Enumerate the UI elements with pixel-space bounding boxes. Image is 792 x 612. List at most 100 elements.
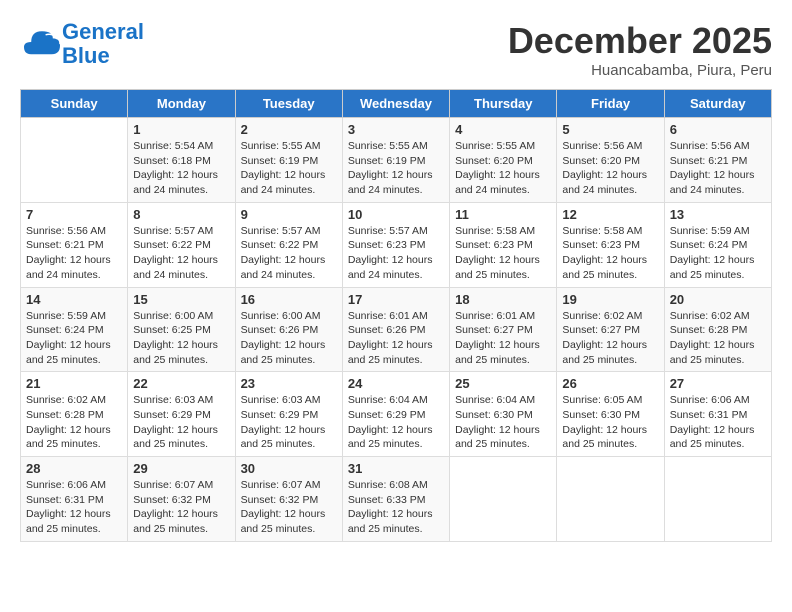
calendar-cell: [557, 457, 664, 542]
day-info: Sunrise: 5:55 AMSunset: 6:19 PMDaylight:…: [241, 139, 337, 198]
day-info: Sunrise: 5:58 AMSunset: 6:23 PMDaylight:…: [455, 224, 551, 283]
day-info: Sunrise: 5:55 AMSunset: 6:20 PMDaylight:…: [455, 139, 551, 198]
day-info: Sunrise: 6:02 AMSunset: 6:28 PMDaylight:…: [26, 393, 122, 452]
day-number: 18: [455, 292, 551, 307]
day-info: Sunrise: 6:04 AMSunset: 6:30 PMDaylight:…: [455, 393, 551, 452]
calendar-cell: 19Sunrise: 6:02 AMSunset: 6:27 PMDayligh…: [557, 287, 664, 372]
day-number: 2: [241, 122, 337, 137]
calendar-cell: 21 Sunrise: 6:02 AMSunset: 6:28 PMDayligh…: [21, 372, 128, 457]
column-header-wednesday: Wednesday: [342, 90, 449, 118]
calendar-cell: 6 Sunrise: 5:56 AMSunset: 6:21 PMDaylight…: [664, 118, 771, 203]
day-info: Sunrise: 6:04 AMSunset: 6:29 PMDaylight:…: [348, 393, 444, 452]
day-number: 31: [348, 461, 444, 476]
day-number: 13: [670, 207, 766, 222]
day-number: 1: [133, 122, 229, 137]
calendar-cell: 17Sunrise: 6:01 AMSunset: 6:26 PMDayligh…: [342, 287, 449, 372]
calendar-cell: 13 Sunrise: 5:59 AMSunset: 6:24 PMDayligh…: [664, 202, 771, 287]
calendar-cell: [450, 457, 557, 542]
day-number: 30: [241, 461, 337, 476]
day-info: Sunrise: 5:55 AMSunset: 6:19 PMDaylight:…: [348, 139, 444, 198]
column-header-sunday: Sunday: [21, 90, 128, 118]
calendar-week-1: 1 Sunrise: 5:54 AMSunset: 6:18 PMDaylight…: [21, 118, 772, 203]
day-info: Sunrise: 6:05 AMSunset: 6:30 PMDaylight:…: [562, 393, 658, 452]
calendar-week-2: 7 Sunrise: 5:56 AMSunset: 6:21 PMDaylight…: [21, 202, 772, 287]
title-block: December 2025 Huancabamba, Piura, Peru: [508, 20, 772, 79]
column-header-thursday: Thursday: [450, 90, 557, 118]
calendar-cell: 28 Sunrise: 6:06 AMSunset: 6:31 PMDayligh…: [21, 457, 128, 542]
calendar-cell: 10 Sunrise: 5:57 AMSunset: 6:23 PMDayligh…: [342, 202, 449, 287]
calendar-cell: 29 Sunrise: 6:07 AMSunset: 6:32 PMDayligh…: [128, 457, 235, 542]
calendar-header-row: SundayMondayTuesdayWednesdayThursdayFrid…: [21, 90, 772, 118]
logo-text: General Blue: [62, 20, 144, 68]
day-info: Sunrise: 6:06 AMSunset: 6:31 PMDaylight:…: [26, 478, 122, 537]
day-number: 5: [562, 122, 658, 137]
column-header-friday: Friday: [557, 90, 664, 118]
day-info: Sunrise: 6:03 AMSunset: 6:29 PMDaylight:…: [241, 393, 337, 452]
day-number: 3: [348, 122, 444, 137]
day-number: 28: [26, 461, 122, 476]
day-number: 11: [455, 207, 551, 222]
day-info: Sunrise: 5:56 AMSunset: 6:21 PMDaylight:…: [670, 139, 766, 198]
day-info: Sunrise: 5:56 AMSunset: 6:20 PMDaylight:…: [562, 139, 658, 198]
day-info: Sunrise: 5:54 AMSunset: 6:18 PMDaylight:…: [133, 139, 229, 198]
calendar-cell: 24 Sunrise: 6:04 AMSunset: 6:29 PMDayligh…: [342, 372, 449, 457]
calendar-cell: 15Sunrise: 6:00 AMSunset: 6:25 PMDayligh…: [128, 287, 235, 372]
calendar-cell: 23Sunrise: 6:03 AMSunset: 6:29 PMDayligh…: [235, 372, 342, 457]
calendar-cell: 1 Sunrise: 5:54 AMSunset: 6:18 PMDaylight…: [128, 118, 235, 203]
day-number: 27: [670, 376, 766, 391]
calendar-cell: 8 Sunrise: 5:57 AMSunset: 6:22 PMDaylight…: [128, 202, 235, 287]
day-info: Sunrise: 6:02 AMSunset: 6:28 PMDaylight:…: [670, 309, 766, 368]
day-info: Sunrise: 6:00 AMSunset: 6:26 PMDaylight:…: [241, 309, 337, 368]
calendar-cell: 25Sunrise: 6:04 AMSunset: 6:30 PMDayligh…: [450, 372, 557, 457]
calendar-week-4: 21 Sunrise: 6:02 AMSunset: 6:28 PMDayligh…: [21, 372, 772, 457]
calendar-cell: 20Sunrise: 6:02 AMSunset: 6:28 PMDayligh…: [664, 287, 771, 372]
calendar-cell: 2 Sunrise: 5:55 AMSunset: 6:19 PMDaylight…: [235, 118, 342, 203]
calendar-cell: 11 Sunrise: 5:58 AMSunset: 6:23 PMDayligh…: [450, 202, 557, 287]
day-number: 16: [241, 292, 337, 307]
page-header: General Blue December 2025 Huancabamba, …: [20, 20, 772, 79]
day-info: Sunrise: 5:57 AMSunset: 6:22 PMDaylight:…: [133, 224, 229, 283]
calendar-cell: 7 Sunrise: 5:56 AMSunset: 6:21 PMDaylight…: [21, 202, 128, 287]
day-number: 22: [133, 376, 229, 391]
calendar-cell: [664, 457, 771, 542]
day-number: 26: [562, 376, 658, 391]
day-info: Sunrise: 5:57 AMSunset: 6:23 PMDaylight:…: [348, 224, 444, 283]
day-number: 6: [670, 122, 766, 137]
day-info: Sunrise: 6:07 AMSunset: 6:32 PMDaylight:…: [241, 478, 337, 537]
day-number: 8: [133, 207, 229, 222]
day-info: Sunrise: 5:56 AMSunset: 6:21 PMDaylight:…: [26, 224, 122, 283]
day-number: 14: [26, 292, 122, 307]
calendar-cell: [21, 118, 128, 203]
calendar-cell: 30 Sunrise: 6:07 AMSunset: 6:32 PMDayligh…: [235, 457, 342, 542]
day-number: 21: [26, 376, 122, 391]
calendar-cell: 31Sunrise: 6:08 AMSunset: 6:33 PMDayligh…: [342, 457, 449, 542]
column-header-tuesday: Tuesday: [235, 90, 342, 118]
day-number: 7: [26, 207, 122, 222]
day-info: Sunrise: 6:06 AMSunset: 6:31 PMDaylight:…: [670, 393, 766, 452]
calendar-cell: 14 Sunrise: 5:59 AMSunset: 6:24 PMDayligh…: [21, 287, 128, 372]
day-number: 9: [241, 207, 337, 222]
day-info: Sunrise: 5:58 AMSunset: 6:23 PMDaylight:…: [562, 224, 658, 283]
day-info: Sunrise: 6:07 AMSunset: 6:32 PMDaylight:…: [133, 478, 229, 537]
day-info: Sunrise: 6:01 AMSunset: 6:26 PMDaylight:…: [348, 309, 444, 368]
calendar-week-5: 28 Sunrise: 6:06 AMSunset: 6:31 PMDayligh…: [21, 457, 772, 542]
logo-icon: [24, 24, 60, 60]
day-info: Sunrise: 6:02 AMSunset: 6:27 PMDaylight:…: [562, 309, 658, 368]
day-info: Sunrise: 5:59 AMSunset: 6:24 PMDaylight:…: [26, 309, 122, 368]
column-header-saturday: Saturday: [664, 90, 771, 118]
day-info: Sunrise: 6:01 AMSunset: 6:27 PMDaylight:…: [455, 309, 551, 368]
calendar-cell: 27 Sunrise: 6:06 AMSunset: 6:31 PMDayligh…: [664, 372, 771, 457]
day-number: 4: [455, 122, 551, 137]
calendar-cell: 26 Sunrise: 6:05 AMSunset: 6:30 PMDayligh…: [557, 372, 664, 457]
logo: General Blue: [20, 20, 144, 68]
day-info: Sunrise: 6:03 AMSunset: 6:29 PMDaylight:…: [133, 393, 229, 452]
day-number: 10: [348, 207, 444, 222]
column-header-monday: Monday: [128, 90, 235, 118]
calendar-cell: 9 Sunrise: 5:57 AMSunset: 6:22 PMDaylight…: [235, 202, 342, 287]
day-number: 29: [133, 461, 229, 476]
day-number: 24: [348, 376, 444, 391]
calendar-cell: 16 Sunrise: 6:00 AMSunset: 6:26 PMDayligh…: [235, 287, 342, 372]
day-info: Sunrise: 5:59 AMSunset: 6:24 PMDaylight:…: [670, 224, 766, 283]
calendar-cell: 22 Sunrise: 6:03 AMSunset: 6:29 PMDayligh…: [128, 372, 235, 457]
day-info: Sunrise: 5:57 AMSunset: 6:22 PMDaylight:…: [241, 224, 337, 283]
